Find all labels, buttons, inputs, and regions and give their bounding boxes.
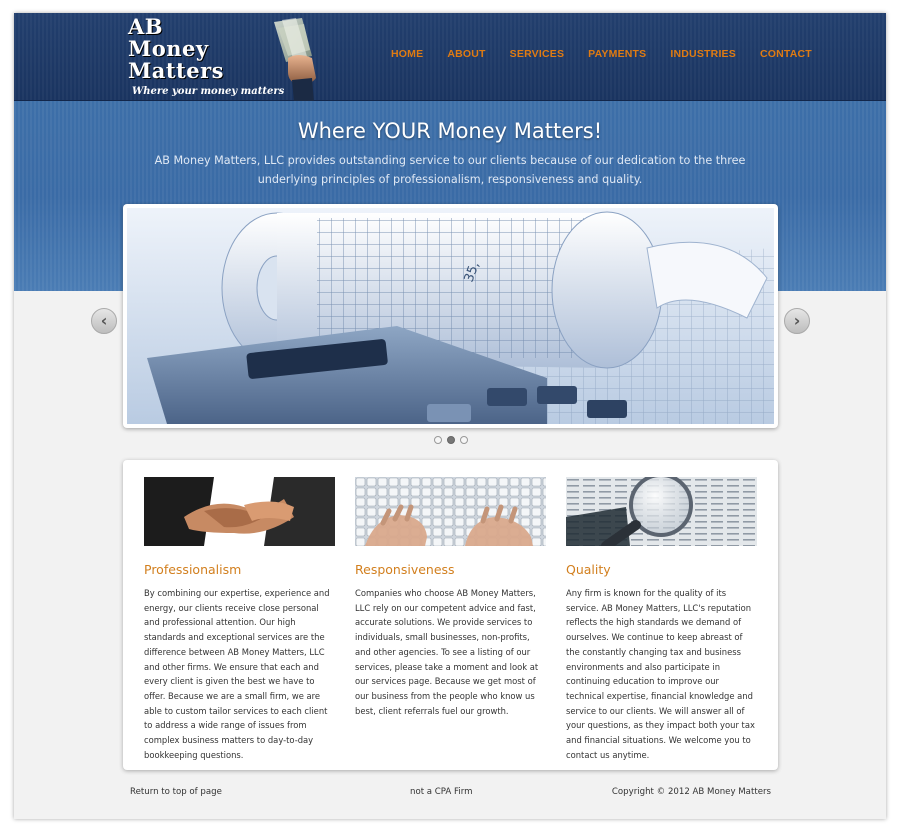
logo-line-2: Money: [128, 36, 209, 61]
feature-heading: Quality: [566, 562, 611, 577]
nav-industries[interactable]: INDUSTRIES: [670, 48, 736, 60]
image-slider: 35,: [123, 204, 778, 428]
feature-heading: Responsiveness: [355, 562, 455, 577]
main-nav: HOME ABOUT SERVICES PAYMENTS INDUSTRIES …: [386, 48, 812, 60]
slider-dot-1[interactable]: [434, 436, 442, 444]
hero-subtitle: AB Money Matters, LLC provides outstandi…: [154, 154, 746, 186]
feature-heading: Professionalism: [144, 562, 242, 577]
keyboard-typing-photo: [355, 477, 546, 546]
footer-disclaimer: not a CPA Firm: [410, 787, 473, 797]
chevron-left-icon: ‹: [100, 311, 108, 330]
slider-next-button[interactable]: ›: [784, 308, 810, 334]
handshake-photo: [144, 477, 335, 546]
slider-prev-button[interactable]: ‹: [91, 308, 117, 334]
return-to-top-link[interactable]: Return to top of page: [130, 787, 222, 797]
feature-professionalism: Professionalism By combining our experti…: [144, 477, 336, 762]
magnifying-glass-photo: [566, 477, 757, 546]
site-footer: Return to top of page not a CPA Firm Cop…: [14, 787, 886, 803]
feature-text: Companies who choose AB Money Matters, L…: [355, 588, 539, 716]
calculator-spreadsheet-photo: 35,: [127, 208, 774, 424]
nav-payments[interactable]: PAYMENTS: [588, 48, 646, 60]
feature-quality: Quality Any firm is known for the qualit…: [566, 477, 758, 762]
slider-dot-2[interactable]: [447, 436, 455, 444]
chevron-right-icon: ›: [793, 311, 801, 330]
nav-home[interactable]: HOME: [391, 48, 423, 60]
logo-line-3: Matters: [128, 58, 225, 83]
slider-dot-3[interactable]: [460, 436, 468, 444]
slider-dots: [434, 436, 468, 444]
site-header: AB Money Matters Where your money matter…: [14, 13, 886, 102]
hero-title: Where YOUR Money Matters!: [297, 119, 603, 143]
logo-line-1: AB: [128, 14, 164, 39]
page-frame: AB Money Matters Where your money matter…: [14, 13, 886, 819]
nav-about[interactable]: ABOUT: [447, 48, 485, 60]
logo-wordmark: AB Money Matters: [128, 16, 224, 82]
nav-contact[interactable]: CONTACT: [760, 48, 812, 60]
money-hand-icon: [274, 18, 316, 102]
feature-text: Any firm is known for the quality of its…: [566, 588, 755, 760]
features-panel: Professionalism By combining our experti…: [123, 460, 778, 770]
footer-copyright: Copyright © 2012 AB Money Matters: [611, 787, 771, 797]
nav-services[interactable]: SERVICES: [510, 48, 565, 60]
site-logo[interactable]: AB Money Matters Where your money matter…: [128, 16, 328, 102]
logo-tagline: Where your money matters: [132, 86, 285, 97]
feature-responsiveness: Responsiveness Companies who choose AB M…: [355, 477, 547, 718]
slide-image: 35,: [127, 208, 774, 424]
feature-text: By combining our expertise, experience a…: [144, 588, 330, 760]
